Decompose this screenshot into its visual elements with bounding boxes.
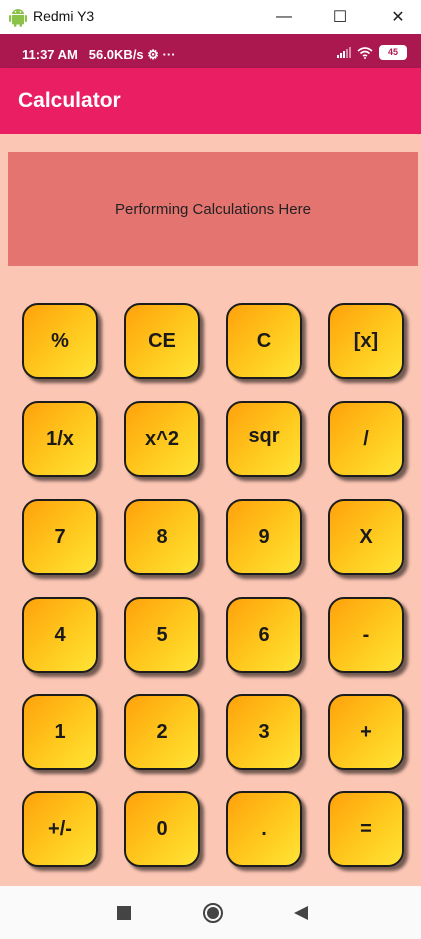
key-multiply[interactable]: X [328, 499, 404, 575]
wifi-icon [357, 46, 373, 59]
keypad: % CE C [x] 1/x x^2 sqr / 7 8 9 X 4 5 6 -… [0, 134, 421, 886]
key-7[interactable]: 7 [22, 499, 98, 575]
key-subtract[interactable]: - [328, 597, 404, 673]
key-abs[interactable]: [x] [328, 303, 404, 379]
recent-apps-button[interactable] [94, 886, 154, 939]
signal-icon [337, 47, 351, 58]
emulator-title-bar: Redmi Y3 — ☐ ✕ [0, 0, 421, 34]
close-button[interactable]: ✕ [375, 0, 421, 34]
key-clear-entry[interactable]: CE [124, 303, 200, 379]
home-button[interactable] [183, 886, 243, 939]
key-reciprocal[interactable]: 1/x [22, 401, 98, 477]
status-extra: ⚙ ··· [147, 47, 176, 62]
key-percent[interactable]: % [22, 303, 98, 379]
maximize-button[interactable]: ☐ [317, 0, 363, 34]
key-sqrt[interactable]: sqr [226, 401, 302, 477]
key-equals[interactable]: = [328, 791, 404, 867]
window-title: Redmi Y3 [33, 8, 95, 24]
android-icon [9, 9, 27, 27]
back-button[interactable] [271, 886, 331, 939]
navigation-bar [0, 886, 421, 939]
status-right: 45 [337, 45, 407, 60]
status-time: 11:37 AM [22, 47, 78, 62]
app-title: Calculator [18, 89, 121, 112]
minimize-button[interactable]: — [261, 0, 307, 34]
key-divide[interactable]: / [328, 401, 404, 477]
minimize-icon: — [276, 8, 292, 25]
status-bar: 11:37 AM 56.0KB/s ⚙ ··· 45 [0, 34, 421, 68]
status-speed: 56.0KB/s [88, 47, 144, 62]
triangle-icon [294, 905, 308, 920]
battery-icon: 45 [379, 45, 407, 60]
key-3[interactable]: 3 [226, 694, 302, 770]
key-decimal[interactable]: . [226, 791, 302, 867]
key-8[interactable]: 8 [124, 499, 200, 575]
key-2[interactable]: 2 [124, 694, 200, 770]
key-5[interactable]: 5 [124, 597, 200, 673]
key-6[interactable]: 6 [226, 597, 302, 673]
key-clear[interactable]: C [226, 303, 302, 379]
maximize-icon: ☐ [332, 9, 348, 26]
key-4[interactable]: 4 [22, 597, 98, 673]
app-bar: Calculator [0, 68, 421, 134]
key-1[interactable]: 1 [22, 694, 98, 770]
calculator-content: Performing Calculations Here % CE C [x] … [0, 134, 421, 886]
square-icon [117, 905, 131, 920]
status-left: 11:37 AM 56.0KB/s ⚙ ··· [22, 47, 176, 63]
key-square[interactable]: x^2 [124, 401, 200, 477]
key-0[interactable]: 0 [124, 791, 200, 867]
key-negate[interactable]: +/- [22, 791, 98, 867]
close-icon: ✕ [391, 9, 405, 26]
key-add[interactable]: + [328, 694, 404, 770]
key-9[interactable]: 9 [226, 499, 302, 575]
circle-icon [203, 902, 223, 923]
